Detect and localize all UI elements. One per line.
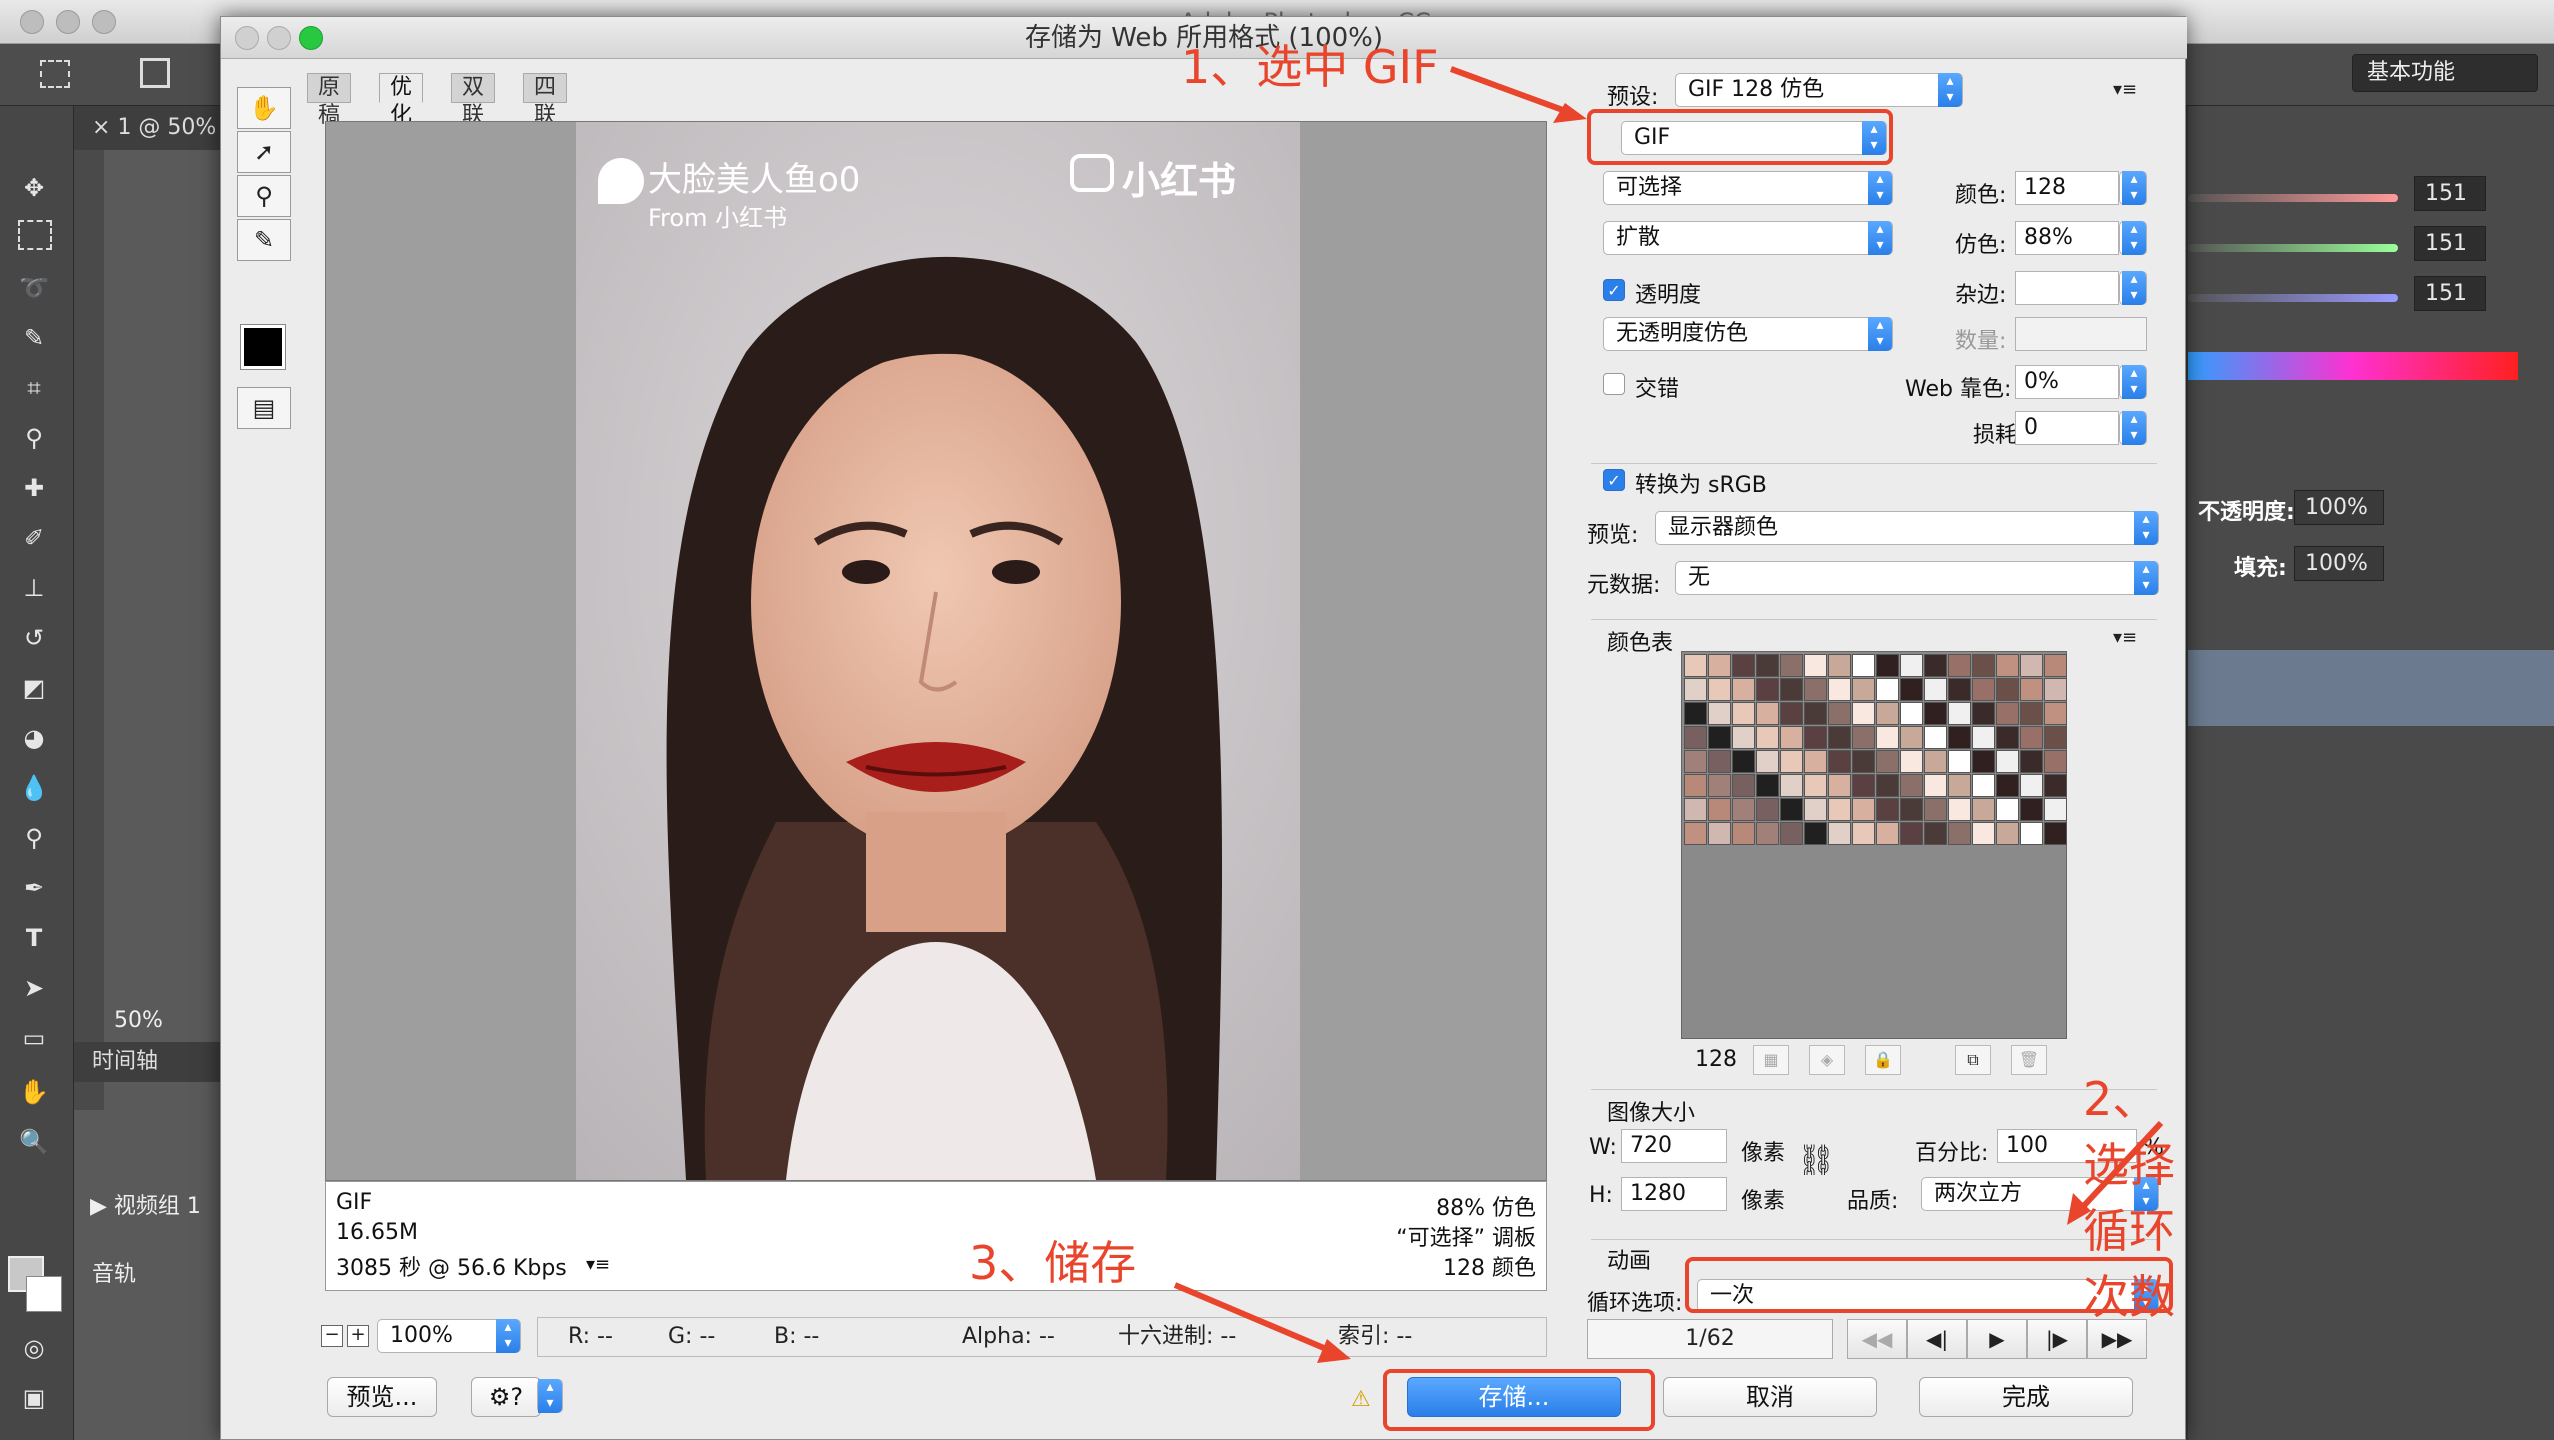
- document-area: × 1 @ 50% 50% 时间轴 ▶ 视频组 1 音轨: [74, 106, 222, 1440]
- video-group-label[interactable]: ▶ 视频组 1: [90, 1188, 201, 1220]
- quick-mask-icon[interactable]: ◎: [14, 1328, 54, 1368]
- blur-tool-icon[interactable]: 💧: [14, 768, 54, 808]
- history-brush-icon[interactable]: ↺: [14, 618, 54, 658]
- timeline-panel-tab[interactable]: 时间轴: [74, 1042, 222, 1082]
- tools-panel: ✥ ➰ ✎ ⌗ ⚲ ✚ ✐ ⊥ ↺ ◩ ◕ 💧 ⚲ ✒ T ➤ ▭ ✋ 🔍 ◎ …: [0, 106, 74, 1440]
- annotation-step3: 3、储存: [969, 1236, 1137, 1290]
- type-tool-icon[interactable]: T: [14, 918, 54, 958]
- fill-label: 填充:: [2234, 556, 2287, 581]
- arrowhead-step3: [1317, 1339, 1351, 1363]
- background-color-swatch[interactable]: [26, 1276, 62, 1312]
- dodge-tool-icon[interactable]: ⚲: [14, 818, 54, 858]
- arrow-step3: [1173, 1282, 1333, 1354]
- crop-tool-icon[interactable]: ⌗: [14, 368, 54, 408]
- new-selection-icon[interactable]: [140, 58, 170, 88]
- zoom-status: 50%: [114, 1008, 163, 1033]
- blue-slider[interactable]: [2188, 294, 2398, 302]
- workspace-select[interactable]: 基本功能: [2352, 54, 2538, 92]
- healing-tool-icon[interactable]: ✚: [14, 468, 54, 508]
- path-select-icon[interactable]: ➤: [14, 968, 54, 1008]
- opacity-label: 不透明度:: [2198, 500, 2295, 525]
- annotation-arrows: [1173, 66, 2164, 1363]
- eraser-tool-icon[interactable]: ◩: [14, 668, 54, 708]
- color-ramp[interactable]: [2188, 352, 2518, 380]
- green-value[interactable]: 151: [2414, 226, 2486, 261]
- selected-layer-row[interactable]: [2188, 650, 2554, 726]
- annotation-step2: 2、选择循环次数: [2083, 1072, 2175, 1324]
- window-close-icon[interactable]: [20, 10, 44, 34]
- screen-mode-icon[interactable]: ▣: [14, 1378, 54, 1418]
- hand-tool-icon[interactable]: ✋: [14, 1072, 54, 1112]
- right-panels: 151 151 151 不透明度: 100% 填充: 100%: [2188, 106, 2554, 1440]
- workspace-label: 基本功能: [2367, 60, 2456, 85]
- red-value[interactable]: 151: [2414, 176, 2486, 211]
- video-group-name: 视频组 1: [113, 1194, 201, 1219]
- arrow-step1: [1449, 66, 1573, 116]
- stamp-tool-icon[interactable]: ⊥: [14, 568, 54, 608]
- vertical-ruler: [74, 150, 104, 1110]
- green-slider[interactable]: [2188, 244, 2398, 252]
- fill-value[interactable]: 100%: [2294, 546, 2384, 581]
- document-tab[interactable]: × 1 @ 50%: [74, 106, 222, 150]
- marquee-option-icon[interactable]: [40, 60, 70, 88]
- pen-tool-icon[interactable]: ✒: [14, 868, 54, 908]
- quick-select-tool-icon[interactable]: ✎: [14, 318, 54, 358]
- save-for-web-dialog: 存储为 Web 所用格式 (100%) ✋ ➚ ⚲ ✎ ▤ 原稿 优化 双联 四…: [220, 16, 2187, 1440]
- annotation-step1: 1、选中 GIF: [1181, 40, 1439, 94]
- lasso-tool-icon[interactable]: ➰: [14, 268, 54, 308]
- eyedropper-tool-icon[interactable]: ⚲: [14, 418, 54, 458]
- marquee-tool-icon[interactable]: [18, 220, 52, 250]
- document-tab-label: 1 @ 50%: [117, 115, 217, 140]
- brush-tool-icon[interactable]: ✐: [14, 518, 54, 558]
- audio-track-label: 音轨: [92, 1262, 137, 1287]
- paint-bucket-icon[interactable]: ◕: [14, 718, 54, 758]
- blue-value[interactable]: 151: [2414, 276, 2486, 311]
- move-tool-icon[interactable]: ✥: [14, 168, 54, 208]
- window-zoom-icon[interactable]: [92, 10, 116, 34]
- shape-tool-icon[interactable]: ▭: [14, 1018, 54, 1058]
- window-minimize-icon[interactable]: [56, 10, 80, 34]
- red-slider[interactable]: [2188, 194, 2398, 202]
- zoom-tool-icon[interactable]: 🔍: [14, 1122, 54, 1162]
- document-close-icon[interactable]: ×: [92, 115, 117, 140]
- opacity-value[interactable]: 100%: [2294, 490, 2384, 525]
